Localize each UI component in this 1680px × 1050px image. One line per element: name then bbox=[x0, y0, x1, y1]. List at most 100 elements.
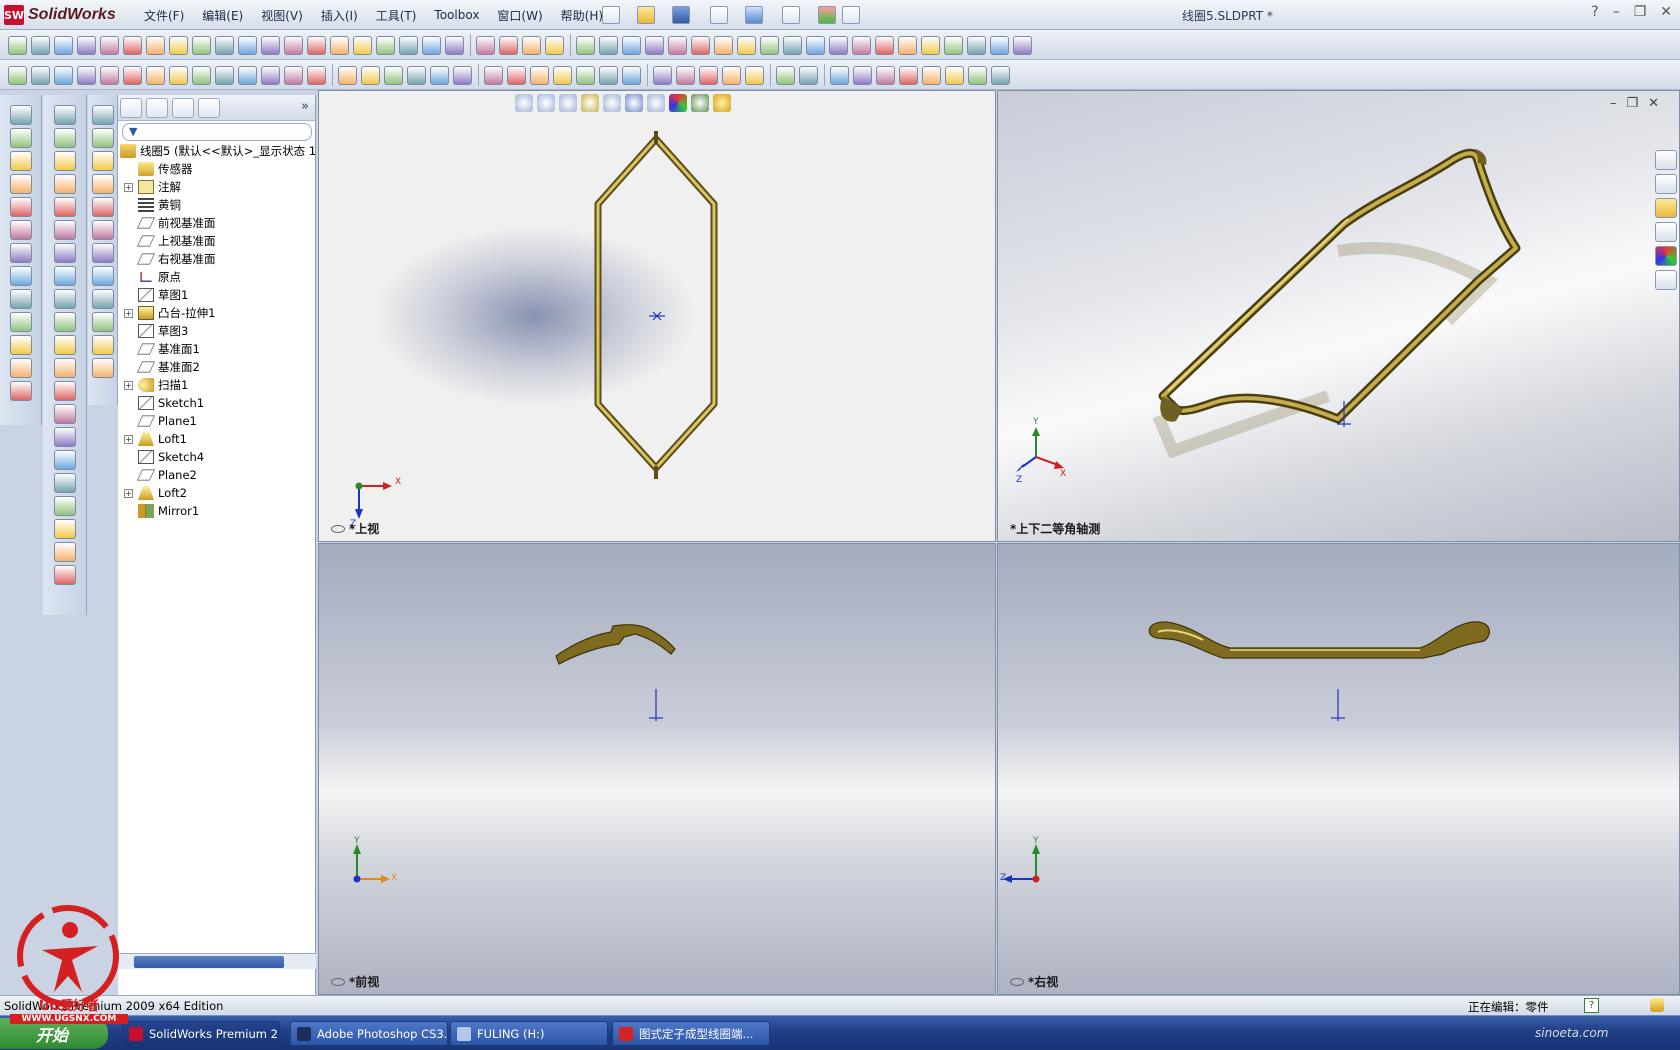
feature-tool-icon[interactable] bbox=[92, 312, 114, 332]
toolbar-button-icon[interactable] bbox=[899, 66, 918, 85]
toolbar-button-icon[interactable] bbox=[990, 36, 1009, 55]
toolbar-button-icon[interactable] bbox=[522, 36, 541, 55]
toolbar-button-icon[interactable] bbox=[806, 36, 825, 55]
toolbar-button-icon[interactable] bbox=[876, 66, 895, 85]
toolbar-button-icon[interactable] bbox=[100, 36, 119, 55]
viewport-close-icon[interactable]: ✕ bbox=[1648, 96, 1659, 111]
feature-tool-icon[interactable] bbox=[54, 335, 76, 355]
toolbar-button-icon[interactable] bbox=[722, 66, 741, 85]
tree-item[interactable]: 草图1 bbox=[118, 286, 316, 304]
hide-show-items-icon[interactable] bbox=[647, 94, 665, 112]
toolbar-button-icon[interactable] bbox=[830, 66, 849, 85]
tree-item[interactable]: Sketch4 bbox=[118, 448, 316, 466]
feature-tool-icon[interactable] bbox=[92, 128, 114, 148]
feature-tool-icon[interactable] bbox=[92, 105, 114, 125]
toolbar-button-icon[interactable] bbox=[967, 36, 986, 55]
menu-insert[interactable]: 插入(I) bbox=[312, 7, 367, 24]
expand-toggle-icon[interactable]: + bbox=[124, 308, 133, 318]
toolbar-button-icon[interactable] bbox=[215, 66, 234, 85]
feature-tool-icon[interactable] bbox=[54, 381, 76, 401]
apply-scene-icon[interactable] bbox=[691, 94, 709, 112]
appearances-icon[interactable] bbox=[1655, 246, 1677, 266]
scrollbar-thumb[interactable] bbox=[134, 956, 284, 968]
tree-item[interactable]: 传感器 bbox=[118, 160, 316, 178]
feature-tool-icon[interactable] bbox=[92, 174, 114, 194]
viewport-top[interactable]: X Z *上视 bbox=[318, 90, 996, 542]
toolbar-button-icon[interactable] bbox=[922, 66, 941, 85]
toolbar-button-icon[interactable] bbox=[676, 66, 695, 85]
toolbar-button-icon[interactable] bbox=[422, 36, 441, 55]
viewport-restore-icon[interactable]: ❐ bbox=[1627, 96, 1639, 111]
toolbar-button-icon[interactable] bbox=[100, 66, 119, 85]
tree-item[interactable]: Mirror1 bbox=[118, 502, 316, 520]
feature-tool-icon[interactable] bbox=[54, 105, 76, 125]
print-icon[interactable] bbox=[710, 6, 728, 24]
toolbar-button-icon[interactable] bbox=[54, 36, 73, 55]
toolbar-button-icon[interactable] bbox=[776, 66, 795, 85]
new-document-icon[interactable] bbox=[602, 6, 620, 24]
options-icon[interactable] bbox=[842, 6, 860, 24]
feature-tool-icon[interactable] bbox=[92, 243, 114, 263]
feature-tool-icon[interactable] bbox=[54, 542, 76, 562]
toolbar-button-icon[interactable] bbox=[338, 66, 357, 85]
feature-tool-icon[interactable] bbox=[10, 151, 32, 171]
toolbar-button-icon[interactable] bbox=[384, 66, 403, 85]
toolbar-button-icon[interactable] bbox=[783, 36, 802, 55]
tree-item[interactable]: 上视基准面 bbox=[118, 232, 316, 250]
toolbar-button-icon[interactable] bbox=[668, 36, 687, 55]
toolbar-button-icon[interactable] bbox=[945, 66, 964, 85]
toolbar-button-icon[interactable] bbox=[476, 36, 495, 55]
toolbar-button-icon[interactable] bbox=[853, 66, 872, 85]
toolbar-button-icon[interactable] bbox=[1013, 36, 1032, 55]
status-help-icon[interactable]: ? bbox=[1584, 998, 1599, 1013]
toolbar-button-icon[interactable] bbox=[146, 66, 165, 85]
toolbar-button-icon[interactable] bbox=[284, 66, 303, 85]
toolbar-button-icon[interactable] bbox=[238, 36, 257, 55]
feature-tool-icon[interactable] bbox=[54, 473, 76, 493]
menu-edit[interactable]: 编辑(E) bbox=[193, 7, 252, 24]
feature-tool-icon[interactable] bbox=[54, 496, 76, 516]
toolbar-button-icon[interactable] bbox=[54, 66, 73, 85]
toolbar-button-icon[interactable] bbox=[499, 36, 518, 55]
toolbar-button-icon[interactable] bbox=[745, 66, 764, 85]
expand-toggle-icon[interactable]: + bbox=[124, 380, 133, 390]
task-photoshop[interactable]: Adobe Photoshop CS3... bbox=[290, 1021, 448, 1046]
tree-filter-input[interactable]: ▼ bbox=[122, 123, 312, 141]
feature-tool-icon[interactable] bbox=[54, 128, 76, 148]
tag-icon[interactable] bbox=[1650, 998, 1664, 1012]
feature-tool-icon[interactable] bbox=[92, 266, 114, 286]
feature-tool-icon[interactable] bbox=[54, 220, 76, 240]
menu-tools[interactable]: 工具(T) bbox=[367, 7, 426, 24]
previous-view-icon[interactable] bbox=[559, 94, 577, 112]
edit-appearance-icon[interactable] bbox=[669, 94, 687, 112]
toolbar-button-icon[interactable] bbox=[284, 36, 303, 55]
task-explorer[interactable]: FULING (H:) bbox=[450, 1021, 608, 1046]
toolbar-button-icon[interactable] bbox=[169, 66, 188, 85]
toolbar-button-icon[interactable] bbox=[123, 66, 142, 85]
toolbar-button-icon[interactable] bbox=[991, 66, 1010, 85]
toolbar-button-icon[interactable] bbox=[530, 66, 549, 85]
toolbar-button-icon[interactable] bbox=[261, 36, 280, 55]
expand-toggle-icon[interactable]: + bbox=[124, 488, 133, 498]
toolbar-button-icon[interactable] bbox=[898, 36, 917, 55]
toolbar-button-icon[interactable] bbox=[376, 36, 395, 55]
toolbar-button-icon[interactable] bbox=[192, 36, 211, 55]
toolbar-button-icon[interactable] bbox=[430, 66, 449, 85]
tree-item[interactable]: Plane2 bbox=[118, 466, 316, 484]
rebuild-icon[interactable] bbox=[818, 6, 836, 24]
zoom-to-fit-icon[interactable] bbox=[515, 94, 533, 112]
toolbar-button-icon[interactable] bbox=[599, 66, 618, 85]
feature-tool-icon[interactable] bbox=[54, 289, 76, 309]
feature-tree-tab-icon[interactable] bbox=[120, 98, 142, 118]
toolbar-button-icon[interactable] bbox=[307, 36, 326, 55]
feature-tool-icon[interactable] bbox=[92, 335, 114, 355]
toolbar-button-icon[interactable] bbox=[215, 36, 234, 55]
tree-item[interactable]: + 凸台-拉伸1 bbox=[118, 304, 316, 322]
toolbar-button-icon[interactable] bbox=[760, 36, 779, 55]
solidworks-resources-icon[interactable] bbox=[1655, 150, 1677, 170]
configuration-tab-icon[interactable] bbox=[172, 98, 194, 118]
tree-horizontal-scrollbar[interactable] bbox=[118, 953, 316, 969]
toolbar-button-icon[interactable] bbox=[123, 36, 142, 55]
toolbar-button-icon[interactable] bbox=[829, 36, 848, 55]
menu-window[interactable]: 窗口(W) bbox=[488, 7, 551, 24]
